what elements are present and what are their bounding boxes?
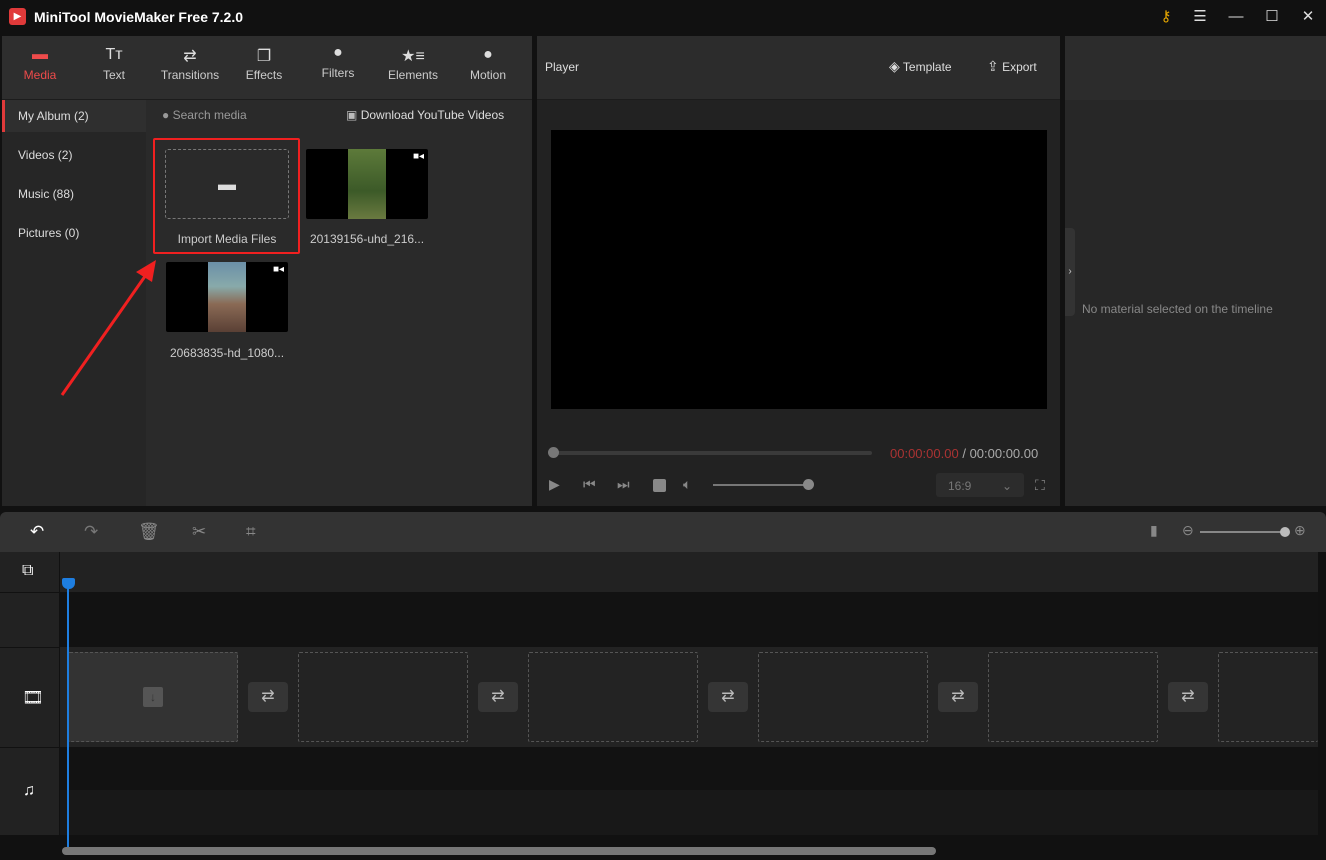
download-youtube-button[interactable]: ▣ Download YouTube Videos [346,108,526,122]
tab-elements[interactable]: ★≡ Elements [375,46,451,82]
media-file-name: 20139156-uhd_216... [309,232,425,246]
red-arrow-annotation [60,260,156,396]
zoom-knob[interactable] [1280,527,1290,537]
template-label: Template [902,60,952,74]
time-display: 00:00:00.00 / 00:00:00.00 [890,446,1038,461]
motion-icon: ● [483,46,493,63]
media-area: ● Search media ▣ Download YouTube Videos… [146,100,532,506]
transition-slot[interactable]: ⇄ [708,682,748,712]
audio-track-2[interactable] [0,790,1318,835]
zoom-in-icon[interactable]: ⊕ [1294,522,1306,539]
effects-icon: ❐ [256,48,272,65]
youtube-icon: ▣ [346,108,358,122]
delete-icon[interactable]: 🗑︎ [138,522,160,542]
music-icon: ♫ [23,782,35,799]
player-panel: Player ◈ Template ⇪ Export 00:00:00.00 /… [537,36,1060,506]
volume-knob[interactable] [803,479,814,490]
clip-placeholder[interactable] [528,652,698,742]
crop-icon[interactable]: ⌗ [246,522,256,542]
player-title: Player [545,60,580,74]
clip-placeholder-drop[interactable]: ↓ [68,652,238,742]
clip-placeholder[interactable] [298,652,468,742]
aspect-ratio-select[interactable]: 16:9 ⌄ [936,473,1024,497]
tab-filters[interactable]: ● Filters [300,44,376,80]
transition-slot[interactable]: ⇄ [1168,682,1208,712]
expand-panel-button[interactable]: › [1065,228,1075,316]
fullscreen-icon[interactable]: ⛶ [1035,477,1045,494]
timeline-ruler[interactable] [0,552,1318,592]
properties-panel: › No material selected on the timeline [1065,36,1326,506]
export-button[interactable]: ⇪ Export [987,58,1037,75]
transition-slot[interactable]: ⇄ [478,682,518,712]
elements-icon: ★≡ [401,48,425,65]
media-thumbnail[interactable]: ■◂ [306,149,428,219]
redo-icon[interactable]: ↷ [84,522,98,542]
timeline-toolbar: ↶ ↷ 🗑︎ ✂ ⌗ ▮ ⊖ ⊕ [0,512,1326,552]
scissors-icon[interactable]: ✂ [192,522,206,542]
undo-icon[interactable]: ↶ [30,522,44,542]
stop-button[interactable] [653,479,666,492]
overlay-track[interactable] [0,592,1318,647]
close-button[interactable]: ✕ [1296,6,1320,28]
timeline-zoom-slider[interactable] [1200,527,1290,537]
zoom-out-icon[interactable]: ⊖ [1182,522,1194,539]
fit-timeline-icon[interactable]: ▮ [1150,522,1158,539]
play-button[interactable]: ▶ [549,476,560,493]
tab-label: Motion [469,68,507,82]
aspect-ratio-value: 16:9 [948,479,972,493]
tab-effects[interactable]: ❐ Effects [226,46,302,82]
clip-placeholder[interactable] [988,652,1158,742]
tab-label: Elements [387,68,439,82]
playhead[interactable] [67,585,69,848]
volume-icon[interactable]: 🔈︎ [683,476,691,493]
menu-button[interactable]: ☰ [1188,6,1212,28]
export-label: Export [1002,60,1037,74]
empty-message: No material selected on the timeline [1082,302,1273,316]
previous-frame-button[interactable]: ⏮ [583,476,596,493]
chevron-down-icon: ⌄ [1001,479,1012,493]
add-track-icon[interactable]: ⧉ [22,562,33,580]
tab-label: Effects [245,68,283,82]
video-icon: ■◂ [272,264,284,275]
next-frame-button[interactable]: ⏭ [617,476,630,493]
maximize-button[interactable]: ☐ [1260,6,1284,28]
thumbnail-image [348,149,386,219]
divider [0,592,60,593]
transition-slot[interactable]: ⇄ [248,682,288,712]
audio-track[interactable] [0,747,1318,790]
video-preview [551,130,1047,409]
current-time: 00:00:00.00 [890,446,959,461]
template-button[interactable]: ◈ Template [889,58,952,75]
track-headers: ⧉ 🎞︎ ♫ [0,552,60,835]
layers-icon: ◈ [889,58,900,74]
volume-slider[interactable] [713,479,814,490]
transition-slot[interactable]: ⇄ [938,682,978,712]
upload-icon: ⇪ [987,58,999,74]
film-icon: 🎞︎ [22,688,44,707]
playhead-handle[interactable] [62,578,75,589]
minimize-button[interactable]: — [1224,6,1248,28]
progress-knob[interactable] [548,447,559,458]
clip-placeholder[interactable] [758,652,928,742]
thumbnail-image [208,262,246,332]
properties-header [1065,36,1326,100]
divider [0,747,60,748]
timeline-scrollbar[interactable] [62,847,936,855]
key-icon[interactable]: ⚷ [1154,6,1178,28]
tab-label: Filters [321,66,355,80]
download-label: Download YouTube Videos [360,108,505,122]
time-separator: / [962,446,966,461]
folder-icon: ▬ [218,174,236,194]
tab-motion[interactable]: ● Motion [450,46,526,82]
progress-slider[interactable] [548,447,872,458]
clip-placeholder[interactable] [1218,652,1318,742]
video-icon: ■◂ [412,151,424,162]
filters-icon: ● [333,44,343,61]
divider [0,647,60,648]
player-header: Player ◈ Template ⇪ Export [537,36,1060,100]
total-time: 00:00:00.00 [969,446,1039,461]
import-icon: ↓ [143,687,163,707]
